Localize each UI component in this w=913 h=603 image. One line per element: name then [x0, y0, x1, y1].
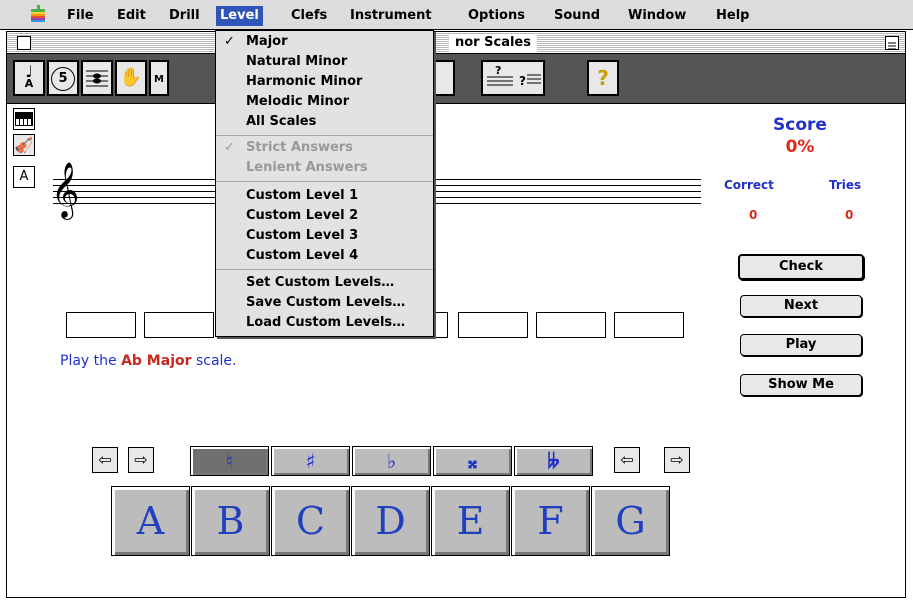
score-value: 0%: [785, 137, 815, 157]
double-flat-button[interactable]: 𝄫: [514, 446, 593, 476]
flat-button[interactable]: ♭: [352, 446, 431, 476]
scale-button[interactable]: [433, 60, 455, 96]
interval-icon: 5: [51, 67, 75, 91]
target-scale: Ab Major: [121, 353, 192, 369]
letter-label: A: [19, 169, 29, 184]
tries-count: 0: [845, 208, 854, 222]
note-name-button[interactable]: ♩ A: [13, 60, 45, 96]
answer-box[interactable]: [536, 312, 606, 338]
menu-item-melodic-minor[interactable]: Melodic Minor: [216, 92, 433, 112]
zoom-box[interactable]: [885, 36, 899, 50]
menu-sound[interactable]: Sound: [550, 6, 604, 26]
menu-item-load-custom-levels[interactable]: Load Custom Levels…: [216, 313, 433, 333]
correct-count: 0: [749, 208, 758, 222]
window-title: nor Scales: [449, 34, 537, 52]
menu-options[interactable]: Options: [464, 6, 529, 26]
menu-item-all-scales[interactable]: All Scales: [216, 112, 433, 132]
correct-label: Correct: [724, 178, 774, 192]
chord-button[interactable]: [81, 60, 113, 96]
violin-instrument-button[interactable]: 🎻: [13, 134, 35, 156]
svg-text:?: ?: [519, 74, 526, 88]
menu-item-major[interactable]: ✓ Major: [216, 32, 433, 52]
hand-icon: ✋: [119, 67, 143, 88]
note-f-button[interactable]: F: [511, 486, 590, 556]
svg-text:?: ?: [495, 64, 501, 77]
menu-level[interactable]: Level: [216, 6, 263, 26]
menu-edit[interactable]: Edit: [113, 6, 150, 26]
menu-instrument[interactable]: Instrument: [346, 6, 436, 26]
key-signature-button[interactable]: M: [149, 60, 169, 96]
answer-box[interactable]: [614, 312, 684, 338]
tuning-icon: ? ?: [487, 64, 541, 88]
tries-label: Tries: [829, 178, 862, 192]
menu-help[interactable]: Help: [712, 6, 753, 26]
menu-item-natural-minor[interactable]: Natural Minor: [216, 52, 433, 72]
answer-box[interactable]: [144, 312, 214, 338]
menu-item-label: Major: [246, 34, 288, 49]
note-a-button[interactable]: A: [111, 486, 190, 556]
right-arrow-button[interactable]: ⇨: [128, 447, 154, 473]
violin-icon: 🎻: [14, 136, 34, 154]
level-menu: ✓ Major Natural Minor Harmonic Minor Melo…: [215, 30, 434, 337]
menu-item-label: Strict Answers: [246, 140, 353, 155]
menu-item-set-custom-levels[interactable]: Set Custom Levels…: [216, 273, 433, 293]
play-button[interactable]: Play: [740, 334, 862, 356]
help-icon: ?: [597, 66, 609, 90]
drill-window: nor Scales ♩ A 5 ✋ M ? ? ? 🎻 A 𝄞 Play th…: [6, 31, 906, 598]
check-button[interactable]: Check: [738, 254, 864, 280]
note-c-button[interactable]: C: [271, 486, 350, 556]
menu-item-custom-level-2[interactable]: Custom Level 2: [216, 206, 433, 226]
note-b-button[interactable]: B: [191, 486, 270, 556]
hand-button[interactable]: ✋: [115, 60, 147, 96]
toolbar: ♩ A 5 ✋ M ? ? ?: [7, 54, 905, 104]
title-bar[interactable]: nor Scales: [7, 32, 905, 54]
keyboard-icon: [15, 112, 33, 126]
menu-separator: [216, 269, 433, 270]
interval-button[interactable]: 5: [47, 60, 79, 96]
score-title: Score: [773, 115, 827, 135]
left-arrow-button[interactable]: ⇦: [614, 447, 640, 473]
menu-drill[interactable]: Drill: [165, 6, 204, 26]
apple-menu-icon[interactable]: [30, 5, 46, 23]
note-letter-label: A: [24, 77, 34, 90]
double-sharp-button[interactable]: 𝄪: [433, 446, 512, 476]
checkmark-icon: ✓: [224, 34, 235, 49]
right-arrow-button[interactable]: ⇨: [664, 447, 690, 473]
menu-item-harmonic-minor[interactable]: Harmonic Minor: [216, 72, 433, 92]
show-me-button[interactable]: Show Me: [740, 374, 862, 396]
answer-box[interactable]: [66, 312, 136, 338]
chord-icon: [86, 70, 108, 87]
menu-separator: [216, 181, 433, 182]
menu-item-custom-level-3[interactable]: Custom Level 3: [216, 226, 433, 246]
menu-clefs[interactable]: Clefs: [287, 6, 331, 26]
menu-window[interactable]: Window: [624, 6, 690, 26]
tuning-button[interactable]: ? ?: [481, 60, 545, 96]
instruction-prefix: Play the: [60, 353, 122, 369]
help-button[interactable]: ?: [587, 60, 619, 96]
menu-item-save-custom-levels[interactable]: Save Custom Levels…: [216, 293, 433, 313]
menu-item-strict-answers: ✓ Strict Answers: [216, 138, 433, 158]
letter-input-button[interactable]: A: [13, 166, 35, 188]
instruction-text: Play the Ab Major scale.: [60, 353, 237, 369]
menu-item-lenient-answers: Lenient Answers: [246, 160, 368, 175]
menu-bar: File Edit Drill Level Clefs Instrument O…: [0, 0, 913, 30]
next-button[interactable]: Next: [740, 295, 862, 317]
note-g-button[interactable]: G: [591, 486, 670, 556]
left-arrow-button[interactable]: ⇦: [92, 447, 118, 473]
sharp-button[interactable]: ♯: [271, 446, 350, 476]
menu-item-custom-level-4[interactable]: Custom Level 4: [216, 246, 433, 266]
keyboard-instrument-button[interactable]: [13, 108, 35, 130]
answer-box[interactable]: [458, 312, 528, 338]
note-e-button[interactable]: E: [431, 486, 510, 556]
menu-separator: [216, 135, 433, 136]
close-box[interactable]: [17, 36, 31, 50]
instruction-suffix: scale.: [191, 353, 237, 369]
note-d-button[interactable]: D: [351, 486, 430, 556]
natural-button[interactable]: ♮: [190, 446, 269, 476]
menu-item-custom-level-1[interactable]: Custom Level 1: [216, 186, 433, 206]
menu-file[interactable]: File: [63, 6, 98, 26]
checkmark-icon: ✓: [224, 140, 235, 155]
key-signature-icon: M: [154, 74, 164, 85]
treble-clef-icon: 𝄞: [51, 162, 80, 218]
